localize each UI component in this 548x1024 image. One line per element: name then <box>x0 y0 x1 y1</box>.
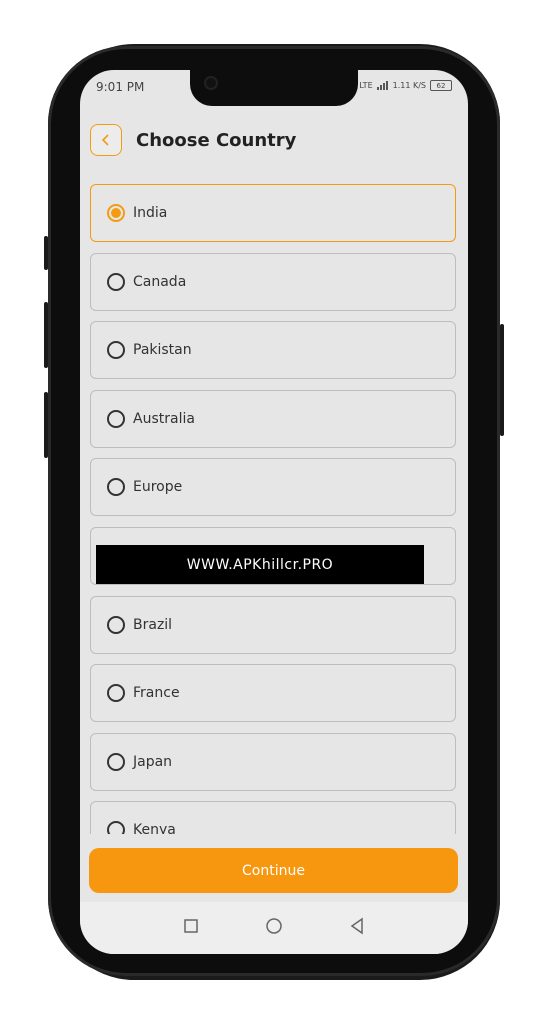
country-option[interactable]: Canada <box>90 252 456 311</box>
watermark-banner: WWW.APKhillcr.PRO <box>96 545 424 584</box>
country-option[interactable]: France <box>90 664 456 723</box>
battery-level: 62 <box>436 81 446 90</box>
screen: 9:01 PM Vo LTE 1.11 K/S 62 Choose Countr… <box>80 70 468 954</box>
country-label: Australia <box>133 410 195 427</box>
country-label: Kenya <box>133 822 176 834</box>
circle-icon <box>266 918 282 934</box>
nav-bar <box>80 902 468 954</box>
radio-unselected-icon[interactable] <box>107 272 125 291</box>
country-option[interactable]: Australia <box>90 389 456 448</box>
square-icon <box>184 919 199 933</box>
country-label: Pakistan <box>133 342 192 359</box>
radio-selected-icon[interactable] <box>107 204 125 222</box>
country-option[interactable]: India <box>90 184 456 242</box>
radio-dot <box>111 208 121 218</box>
continue-button[interactable]: Continue <box>89 848 458 893</box>
country-option[interactable]: Brazil <box>90 595 456 654</box>
radio-unselected-icon[interactable] <box>107 821 125 834</box>
country-list[interactable]: India Canada Pakistan Australia Europe Brazil… <box>90 184 456 834</box>
country-label: Europe <box>133 479 183 496</box>
continue-label: Continue <box>242 862 305 879</box>
signal-icon <box>376 81 388 90</box>
phone-side-button <box>44 302 48 368</box>
phone-side-button <box>44 236 48 270</box>
country-label: Japan <box>133 753 173 770</box>
radio-unselected-icon[interactable] <box>107 684 125 703</box>
recents-button[interactable] <box>182 917 200 939</box>
country-option[interactable]: Pakistan <box>90 321 456 380</box>
page-title: Choose Country <box>136 130 297 151</box>
header: Choose Country <box>80 122 468 162</box>
country-label: Brazil <box>133 616 173 633</box>
notch <box>190 70 358 106</box>
radio-unselected-icon[interactable] <box>107 752 125 771</box>
country-label: France <box>133 685 180 702</box>
radio-unselected-icon[interactable] <box>107 478 125 497</box>
home-button[interactable] <box>265 917 283 939</box>
country-option[interactable]: Kenya <box>90 801 456 834</box>
nav-back-button[interactable] <box>348 917 366 939</box>
back-button[interactable] <box>90 124 122 156</box>
phone-side-button <box>44 392 48 458</box>
country-option[interactable]: Japan <box>90 732 456 791</box>
front-camera <box>206 78 216 88</box>
status-time: 9:01 PM <box>96 80 145 94</box>
network-speed: 1.11 K/S <box>392 81 426 90</box>
radio-unselected-icon[interactable] <box>107 409 125 428</box>
radio-unselected-icon[interactable] <box>107 615 125 634</box>
phone-power-button <box>500 324 504 436</box>
country-label: Canada <box>133 273 187 290</box>
triangle-back-icon <box>350 917 363 935</box>
radio-unselected-icon[interactable] <box>107 341 125 360</box>
country-option[interactable]: Europe <box>90 458 456 517</box>
battery-icon: 62 <box>430 80 452 91</box>
country-label: India <box>133 205 168 221</box>
chevron-left-icon <box>101 134 109 146</box>
